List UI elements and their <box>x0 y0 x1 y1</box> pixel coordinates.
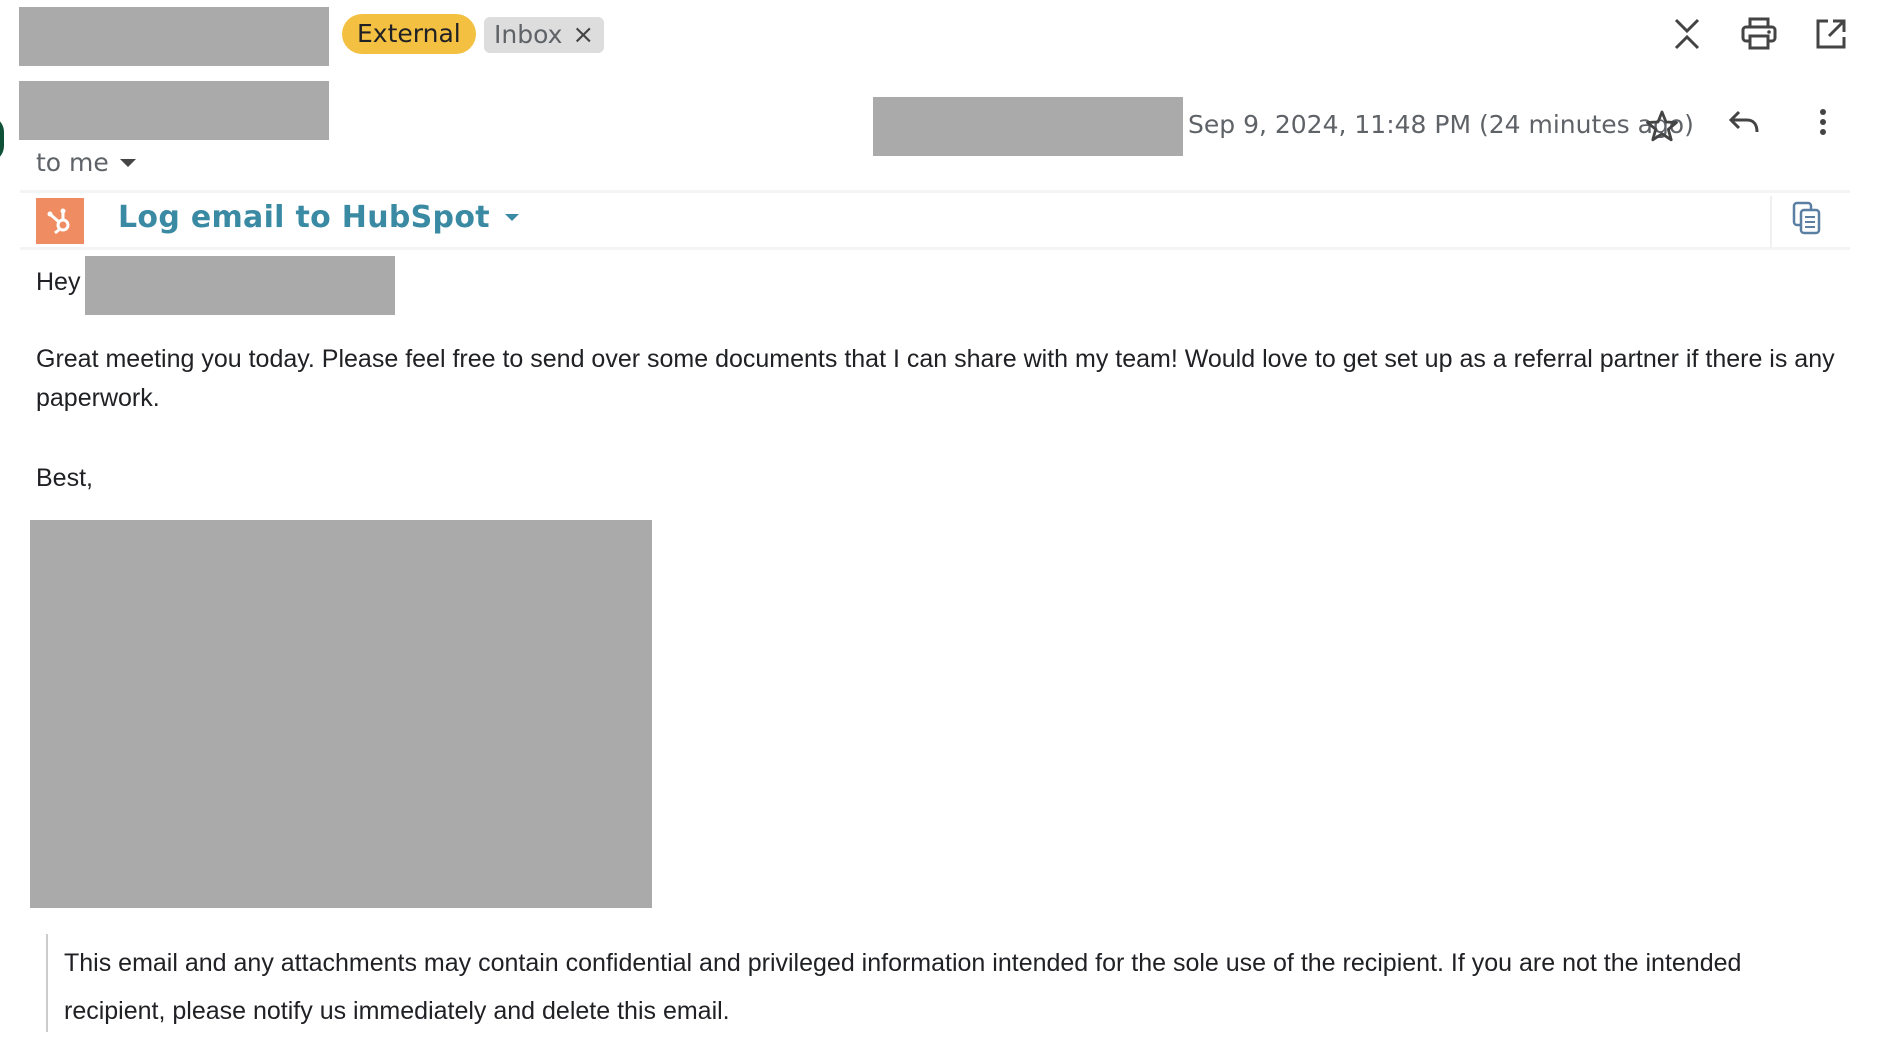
hubspot-logo-icon <box>36 198 84 244</box>
copy-icon[interactable] <box>1785 196 1829 240</box>
chevron-down-icon <box>504 214 519 221</box>
message-greeting: Hey <box>36 268 81 296</box>
inbox-label: Inbox × <box>484 17 605 53</box>
sender-avatar[interactable] <box>0 116 4 162</box>
hubspot-link-text: Log email to HubSpot <box>118 200 490 235</box>
star-icon[interactable] <box>1640 104 1684 148</box>
log-email-to-hubspot-button[interactable]: Log email to HubSpot <box>118 200 520 235</box>
message-timestamp: Sep 9, 2024, 11:48 PM (24 minutes ago) <box>1188 110 1694 139</box>
redacted-recipient-name <box>85 256 395 315</box>
redacted-subject <box>19 7 329 66</box>
more-options-icon[interactable] <box>1801 100 1845 144</box>
redacted-signature <box>30 520 652 908</box>
print-icon[interactable] <box>1737 12 1781 56</box>
remove-label-icon[interactable]: × <box>572 17 594 53</box>
open-in-new-window-icon[interactable] <box>1809 12 1853 56</box>
external-label-text: External <box>357 19 461 48</box>
quote-border <box>46 934 48 1032</box>
hubspot-divider <box>1770 196 1773 248</box>
redacted-sender-email <box>873 97 1183 156</box>
redacted-sender-name <box>19 81 329 140</box>
chevron-down-icon <box>119 158 136 167</box>
collapse-all-icon[interactable] <box>1665 12 1709 56</box>
message-signoff: Best, <box>36 464 93 492</box>
recipient-details-toggle[interactable]: to me <box>36 148 137 177</box>
recipient-text: to me <box>36 148 109 177</box>
inbox-label-text: Inbox <box>494 20 563 49</box>
confidentiality-disclaimer: This email and any attachments may conta… <box>64 949 1742 1025</box>
message-paragraph: Great meeting you today. Please feel fre… <box>36 345 1835 412</box>
external-label: External <box>342 14 476 54</box>
reply-icon[interactable] <box>1722 100 1766 144</box>
